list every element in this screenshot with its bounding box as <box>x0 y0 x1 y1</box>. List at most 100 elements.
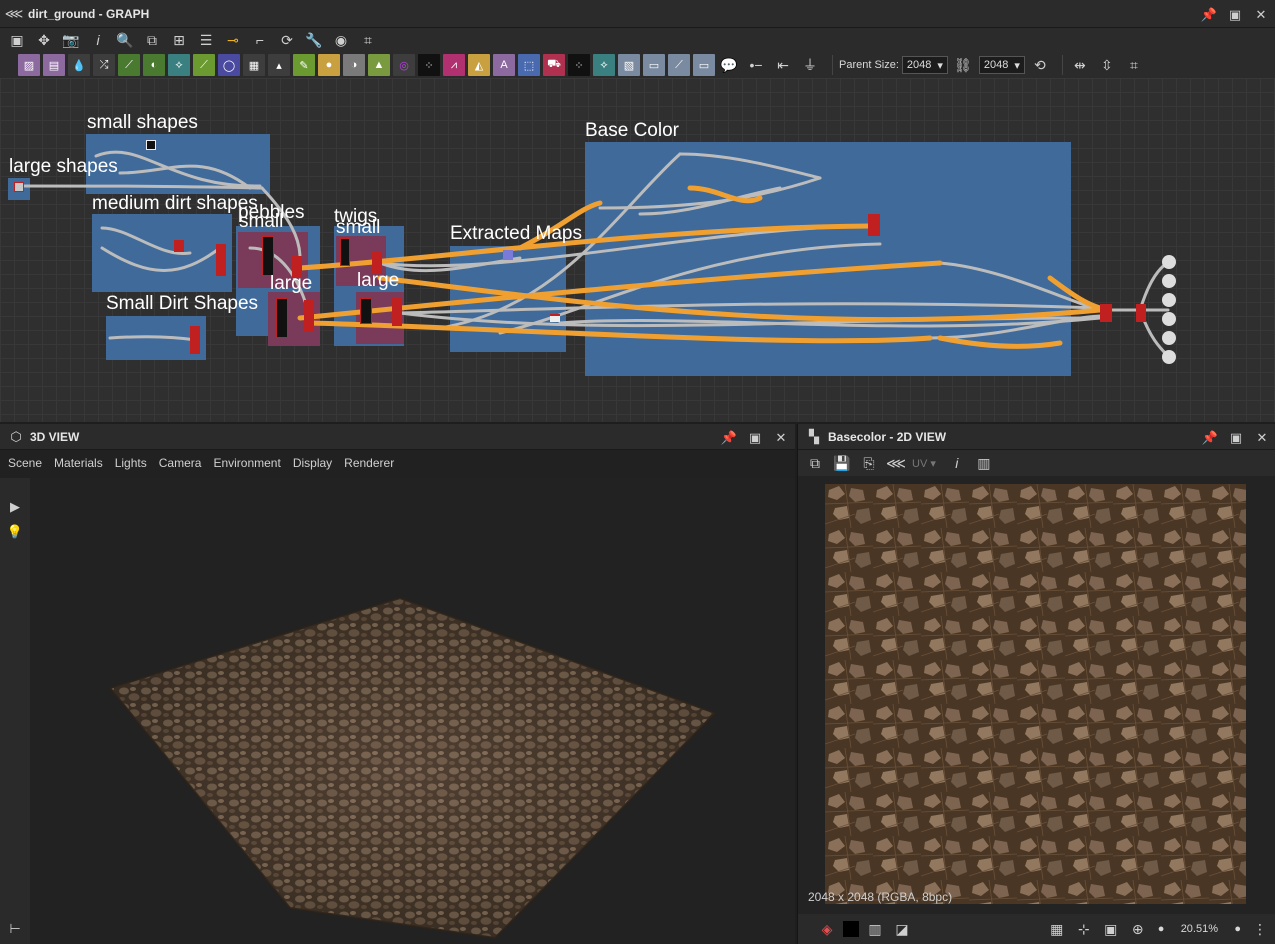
tiling-icon[interactable]: ⊹ <box>1073 918 1095 940</box>
pin-icon[interactable]: 📌 <box>721 429 737 445</box>
layers-icon[interactable]: ◈ <box>816 918 838 940</box>
close-icon[interactable]: ✕ <box>1254 429 1270 445</box>
info-icon[interactable]: i <box>87 29 109 51</box>
paint-icon[interactable]: ✎ <box>293 54 315 76</box>
align-horizontal-icon[interactable]: ⇹ <box>1069 54 1091 76</box>
graph-node[interactable] <box>190 326 200 354</box>
shuffle-icon[interactable]: ⤮ <box>93 54 115 76</box>
copy-icon[interactable]: ⧉ <box>804 452 826 474</box>
menu-camera[interactable]: Camera <box>159 456 202 470</box>
center-icon[interactable]: ⊕ <box>1127 918 1149 940</box>
move-icon[interactable]: ✥ <box>33 29 55 51</box>
align-vertical-icon[interactable]: ⇳ <box>1096 54 1118 76</box>
bitmap-icon[interactable]: ▨ <box>18 54 40 76</box>
info-icon[interactable]: i <box>946 452 968 474</box>
circle-icon[interactable]: ◯ <box>218 54 240 76</box>
menu-scene[interactable]: Scene <box>8 456 42 470</box>
maximize-icon[interactable]: ▣ <box>1227 6 1243 22</box>
output-icon[interactable]: ▧ <box>618 54 640 76</box>
hierarchy-icon[interactable]: ⊞ <box>168 29 190 51</box>
snap-icon[interactable]: ⌗ <box>1123 54 1145 76</box>
text-icon[interactable]: A <box>493 54 515 76</box>
graph-node[interactable] <box>146 140 156 150</box>
zoom-level[interactable]: 20.51% <box>1164 923 1234 935</box>
frame-all-icon[interactable]: ▣ <box>6 29 28 51</box>
stack-icon[interactable]: ☰ <box>195 29 217 51</box>
link-icon[interactable]: ⊸ <box>222 29 244 51</box>
align-icon[interactable]: ⇤ <box>772 54 794 76</box>
maximize-icon[interactable]: ▣ <box>1228 429 1244 445</box>
graph-input-icon[interactable]: ⟋ <box>668 54 690 76</box>
fit-view-icon[interactable]: ▣ <box>1100 918 1122 940</box>
graph-node[interactable] <box>262 236 274 276</box>
graph-node[interactable] <box>360 298 372 324</box>
zoom-out-icon[interactable]: ● <box>1158 923 1165 935</box>
wrench-icon[interactable]: 🔧 <box>303 29 325 51</box>
menu-materials[interactable]: Materials <box>54 456 103 470</box>
levels-icon[interactable]: ▲ <box>368 54 390 76</box>
fit-icon[interactable]: ⧉ <box>141 29 163 51</box>
graph-node[interactable] <box>550 314 560 322</box>
connect-icon[interactable]: ⌐ <box>249 29 271 51</box>
curve-icon[interactable]: ⟋ <box>118 54 140 76</box>
reset-icon[interactable]: ⟲ <box>1029 54 1051 76</box>
more-icon[interactable]: ⋮ <box>1249 918 1271 940</box>
blend-icon[interactable]: ◐ <box>143 54 165 76</box>
channels-icon[interactable]: ▥ <box>864 918 886 940</box>
graph-node[interactable] <box>392 298 402 326</box>
uniform-icon[interactable]: ● <box>318 54 340 76</box>
normal-icon[interactable]: ⟡ <box>593 54 615 76</box>
zoom-in-icon[interactable]: ● <box>1234 923 1241 935</box>
noise-icon[interactable]: ⁘ <box>418 54 440 76</box>
hsl-icon[interactable]: ◎ <box>393 54 415 76</box>
drop-icon[interactable]: 💧 <box>68 54 90 76</box>
graph-node[interactable] <box>276 298 288 338</box>
output-node[interactable] <box>1162 312 1176 326</box>
graph-node[interactable] <box>340 238 350 266</box>
view2d-viewport[interactable]: 2048 x 2048 (RGBA, 8bpc) <box>798 476 1275 914</box>
close-icon[interactable]: ✕ <box>773 429 789 445</box>
graph-output-icon[interactable]: ▭ <box>693 54 715 76</box>
search-icon[interactable]: 🔍 <box>114 29 136 51</box>
dot-icon[interactable]: ⏚ <box>799 54 821 76</box>
link-size-icon[interactable]: ⛓ <box>952 54 974 76</box>
pin-node-icon[interactable]: •− <box>745 54 767 76</box>
grid-icon[interactable]: ▦ <box>1046 918 1068 940</box>
input-icon[interactable]: ▭ <box>643 54 665 76</box>
graph-node[interactable] <box>216 244 226 276</box>
output-node[interactable] <box>1162 255 1176 269</box>
video-camera-icon[interactable]: ▶ <box>7 498 23 514</box>
tile-icon[interactable]: ▦ <box>243 54 265 76</box>
mirror-icon[interactable]: ◭ <box>468 54 490 76</box>
output-node[interactable] <box>1162 331 1176 345</box>
gradient-icon[interactable]: ⟋ <box>193 54 215 76</box>
crop-icon[interactable]: ⌗ <box>357 29 379 51</box>
output-node[interactable] <box>1162 274 1176 288</box>
menu-environment[interactable]: Environment <box>213 456 280 470</box>
graph-node[interactable] <box>14 182 24 192</box>
duplicate-icon[interactable]: ⎘ <box>858 452 880 474</box>
transform-icon[interactable]: ⬚ <box>518 54 540 76</box>
refresh-icon[interactable]: ⟳ <box>276 29 298 51</box>
graph-node[interactable] <box>174 240 184 252</box>
pattern-icon[interactable]: ⩘ <box>443 54 465 76</box>
output-node[interactable] <box>1162 293 1176 307</box>
preview-icon[interactable]: ◉ <box>330 29 352 51</box>
svg-icon[interactable]: ▤ <box>43 54 65 76</box>
camera-icon[interactable]: 📷 <box>60 29 82 51</box>
contrast-icon[interactable]: ◑ <box>343 54 365 76</box>
graph-canvas[interactable]: large shapes small shapes medium dirt sh… <box>0 78 1275 422</box>
share-icon[interactable]: ⋘ <box>885 452 907 474</box>
output-size-select[interactable]: 2048 ▾ <box>978 56 1025 74</box>
menu-display[interactable]: Display <box>293 456 332 470</box>
menu-renderer[interactable]: Renderer <box>344 456 394 470</box>
fill-icon[interactable]: ▴ <box>268 54 290 76</box>
color-picker-icon[interactable]: ◪ <box>891 918 913 940</box>
fill-bucket-icon[interactable]: ⛟ <box>543 54 565 76</box>
tree-icon[interactable]: ⊢ <box>7 920 23 936</box>
light-bulb-icon[interactable]: 💡 <box>7 523 23 539</box>
comment-icon[interactable]: 💬 <box>718 54 740 76</box>
uv-select[interactable]: UV ▾ <box>912 457 936 470</box>
pin-icon[interactable]: 📌 <box>1201 6 1217 22</box>
histogram-icon[interactable]: ▥ <box>973 452 995 474</box>
